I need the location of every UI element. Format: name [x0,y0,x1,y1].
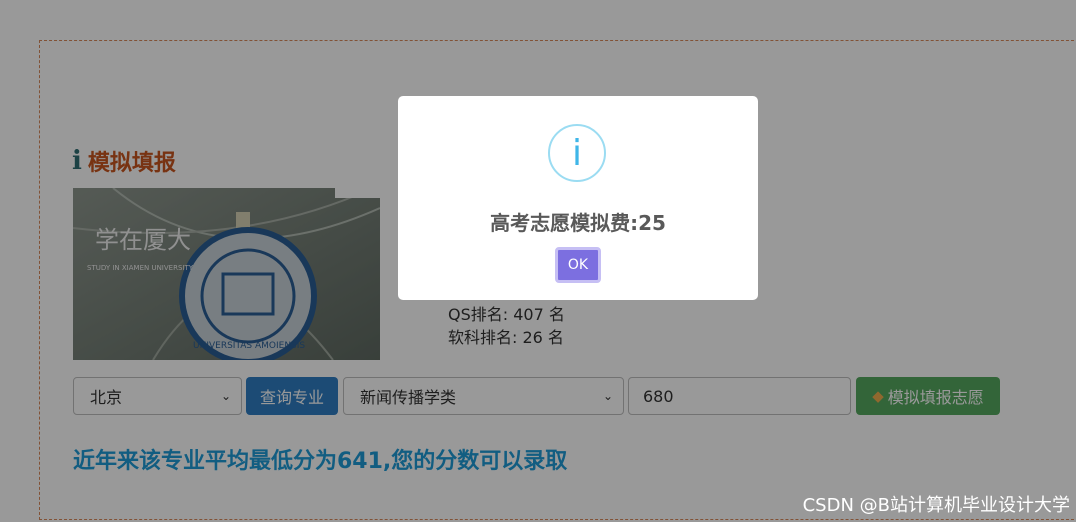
watermark: CSDN @B站计算机毕业设计大学 [802,495,1070,516]
info-circle-icon: i [548,124,606,182]
ok-button[interactable]: OK [555,247,601,283]
alert-dialog: i 高考志愿模拟费:25 OK [398,96,758,300]
dialog-message: 高考志愿模拟费:25 [490,211,666,235]
